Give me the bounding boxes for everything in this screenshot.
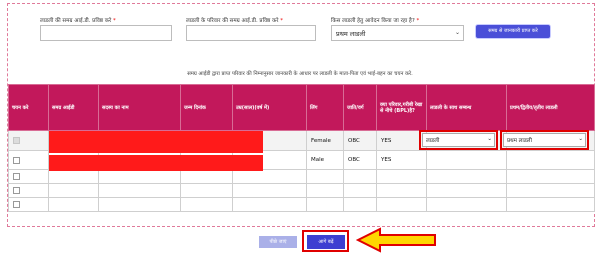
chevron-down-icon: ⌄ [578,136,583,142]
category-cell: OBC [343,130,377,151]
family-id-label: लाडली के परिवार की समग्र आई.डी. प्रविष्ठ… [186,18,284,24]
which-ladli-select[interactable]: प्रथम लाडली ⌄ [331,25,464,41]
relation-select[interactable]: लाडली ⌄ [422,133,495,147]
col-header-relation: लाडली के साथ सम्बन्ध [426,84,507,131]
col-header-dob: जन्म दिनांक [180,84,233,131]
col-header-gender: लिंग [306,84,344,131]
row-select-checkbox[interactable] [13,201,20,208]
back-button[interactable]: पीछे जाएं [259,236,297,248]
col-header-bpl: क्या परिवार,गरीबी रेखा से नीचे (BPL)है? [376,84,427,131]
next-button[interactable]: आगे बढ़ें [307,235,345,249]
table-row [8,197,595,212]
bpl-cell: YES [376,150,427,170]
table-header-row: चयन करे समग्र आईडी सदस्य का नाम जन्म दिन… [8,84,595,131]
table-caption: समग्र आईडी द्वारा प्राप्त परिवार की निम्… [187,71,413,77]
redacted-row2-data [49,155,263,171]
row-select-checkbox[interactable] [13,137,20,144]
col-header-ladli-order: प्रथम/द्वितीय/तृतीय लाडली [506,84,595,131]
col-header-member-name: सदस्य का नाम [98,84,181,131]
table-row [8,183,595,198]
col-header-age: उम्र(साल)(वर्ष में) [232,84,307,131]
row-select-checkbox[interactable] [13,187,20,194]
left-arrow-icon [356,227,436,253]
col-header-select: चयन करे [8,84,49,131]
category-cell: OBC [343,150,377,170]
chevron-down-icon: ⌄ [487,136,492,142]
family-id-input[interactable] [186,25,316,41]
ladli-order-select[interactable]: प्रथम लाडली ⌄ [503,133,586,147]
col-header-category: जाति/वर्ग [343,84,377,131]
col-header-samagra-id: समग्र आईडी [48,84,99,131]
row-select-checkbox[interactable] [13,156,20,164]
row-select-checkbox[interactable] [13,173,20,180]
fetch-from-samagra-button[interactable]: समग्र से जानकारी प्राप्त करे [476,25,550,38]
which-ladli-label: किस लाडली हेतु आवेदन किया जा रहा है? * [331,18,420,24]
gender-cell: Male [306,150,344,170]
samagra-id-input[interactable] [40,25,172,41]
gender-cell: Female [306,130,344,151]
redacted-row1-data [49,131,263,153]
chevron-down-icon: ⌄ [454,29,460,36]
table-row [8,169,595,184]
samagra-id-label: लाडली की समग्र आई.डी. प्रविष्ठ करे * [40,18,116,24]
